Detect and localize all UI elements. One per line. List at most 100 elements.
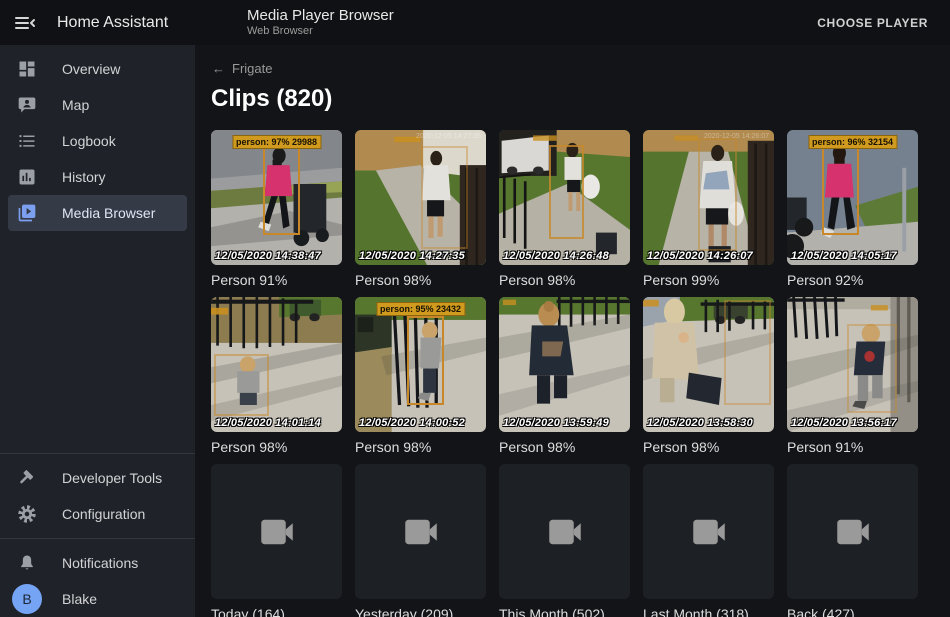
clip-caption: Person 98% <box>643 439 774 455</box>
breadcrumb[interactable]: ← Frigate <box>212 61 272 76</box>
clip-timestamp: 12/05/2020 14:05:17 <box>791 250 897 262</box>
folder-item[interactable]: Last Month (318) <box>643 464 774 617</box>
clip-timestamp: 12/05/2020 13:59:49 <box>503 417 609 429</box>
clip-item[interactable]: person: 95% 2343212/05/2020 14:00:52 Pers… <box>355 297 486 455</box>
clip-thumbnail[interactable]: 2020-12-05 14:27:35 12/05/2020 14:27:35 <box>355 130 486 265</box>
detection-bbox <box>421 146 468 249</box>
folder-thumbnail[interactable] <box>499 464 630 599</box>
top-bar: Home Assistant Media Player Browser Web … <box>0 0 950 45</box>
clip-thumbnail[interactable]: person: 97% 2998812/05/2020 14:38:47 <box>211 130 342 265</box>
clip-thumbnail[interactable]: 12/05/2020 13:59:49 <box>499 297 630 432</box>
main-content: ← Frigate Clips (820) person: 97% 299881… <box>195 45 950 617</box>
sidebar-item-label: Overview <box>62 61 120 77</box>
layout: Overview Map Logbook History Media Browser D… <box>0 45 950 617</box>
sidebar-item-history[interactable]: History <box>8 159 187 195</box>
topbar-main: Media Player Browser Web Browser CHOOSE … <box>195 0 950 45</box>
clip-item[interactable]: 12/05/2020 13:56:17Person 91% <box>787 297 918 455</box>
folder-item[interactable]: Today (164) <box>211 464 342 617</box>
clip-item[interactable]: person: 97% 2998812/05/2020 14:38:47 Pers… <box>211 130 342 288</box>
sidebar: Overview Map Logbook History Media Browser D… <box>0 45 195 617</box>
clip-caption: Person 98% <box>499 272 630 288</box>
folder-caption: This Month (502) <box>499 606 630 617</box>
view-dashboard-icon <box>17 59 37 79</box>
clip-item[interactable]: 12/05/2020 13:58:30 Person 98% <box>643 297 774 455</box>
sidebar-toggle-icon[interactable] <box>13 11 37 35</box>
play-box-multiple-icon <box>17 203 37 223</box>
page-title: Clips (820) <box>211 85 950 113</box>
media-grid: person: 97% 2998812/05/2020 14:38:47 Pers… <box>211 130 950 617</box>
detection-bbox <box>549 145 584 240</box>
cog-icon <box>17 504 37 524</box>
sidebar-bottom-nav: Notifications BBlake <box>0 545 195 617</box>
folder-thumbnail[interactable] <box>787 464 918 599</box>
list-bulleted-icon <box>17 131 37 151</box>
detection-label: person: 95% 23432 <box>376 302 465 316</box>
media-player-titles: Media Player Browser Web Browser <box>247 7 394 38</box>
clip-caption: Person 91% <box>211 272 342 288</box>
clip-item[interactable]: 2020-12-05 14:27:35 12/05/2020 14:27:35 Pe… <box>355 130 486 288</box>
page-header-title: Media Player Browser <box>247 7 394 25</box>
sidebar-item-overview[interactable]: Overview <box>8 51 187 87</box>
clip-thumbnail[interactable]: 12/05/2020 14:01:14 <box>211 297 342 432</box>
folder-item[interactable]: Yesterday (209) <box>355 464 486 617</box>
sidebar-main-nav: Overview Map Logbook History Media Browser <box>0 51 195 231</box>
sidebar-item-label: Logbook <box>62 133 116 149</box>
user-name: Blake <box>62 591 97 607</box>
clip-timestamp: 12/05/2020 14:27:35 <box>359 250 465 262</box>
clip-item[interactable]: 12/05/2020 14:01:14 Person 98% <box>211 297 342 455</box>
detection-bbox <box>214 354 269 416</box>
breadcrumb-label: Frigate <box>232 61 272 76</box>
sidebar-item-label: Developer Tools <box>62 470 162 486</box>
sidebar-item-media-browser[interactable]: Media Browser <box>8 195 187 231</box>
camera-timestamp-overlay: 2020-12-05 14:26:07 <box>704 133 769 140</box>
sidebar-item-map[interactable]: Map <box>8 87 187 123</box>
camera-timestamp-overlay: 2020-12-05 14:27:35 <box>416 133 481 140</box>
clip-timestamp: 12/05/2020 14:38:47 <box>215 250 321 262</box>
account-tooltip-icon <box>17 95 37 115</box>
clip-caption: Person 92% <box>787 272 918 288</box>
sidebar-item-label: Map <box>62 97 89 113</box>
video-icon <box>400 511 442 553</box>
detection-bbox <box>822 144 859 236</box>
clip-item[interactable]: 12/05/2020 14:26:48 Person 98% <box>499 130 630 288</box>
clip-thumbnail[interactable]: 2020-12-05 14:26:07 12/05/2020 14:26:07 <box>643 130 774 265</box>
clip-item[interactable]: 12/05/2020 13:59:49 Person 98% <box>499 297 630 455</box>
sidebar-item-developer-tools[interactable]: Developer Tools <box>8 460 187 496</box>
sidebar-item-configuration[interactable]: Configuration <box>8 496 187 532</box>
clip-caption: Person 98% <box>355 439 486 455</box>
clip-caption: Person 99% <box>643 272 774 288</box>
sidebar-item-logbook[interactable]: Logbook <box>8 123 187 159</box>
detection-label: person: 96% 32154 <box>808 135 897 149</box>
sidebar-divider <box>0 538 195 539</box>
clip-caption: Person 98% <box>355 272 486 288</box>
clip-timestamp: 12/05/2020 14:26:07 <box>647 250 753 262</box>
clip-item[interactable]: 2020-12-05 14:26:07 12/05/2020 14:26:07 Pe… <box>643 130 774 288</box>
clip-thumbnail[interactable]: person: 95% 2343212/05/2020 14:00:52 <box>355 297 486 432</box>
clip-thumbnail[interactable]: 12/05/2020 14:26:48 <box>499 130 630 265</box>
folder-thumbnail[interactable] <box>211 464 342 599</box>
sidebar-item-label: Notifications <box>62 555 138 571</box>
sidebar-item-user-profile[interactable]: BBlake <box>8 581 187 617</box>
folder-thumbnail[interactable] <box>355 464 486 599</box>
detection-bbox <box>407 316 444 405</box>
clip-thumbnail[interactable]: 12/05/2020 13:58:30 <box>643 297 774 432</box>
folder-item[interactable]: This Month (502) <box>499 464 630 617</box>
clip-thumbnail[interactable]: 12/05/2020 13:56:17 <box>787 297 918 432</box>
back-arrow-icon: ← <box>212 61 225 76</box>
clip-thumbnail[interactable]: person: 96% 32154 12/05/2020 14:05:17 <box>787 130 918 265</box>
sidebar-item-label: Media Browser <box>62 205 155 221</box>
clip-timestamp: 12/05/2020 13:56:17 <box>791 417 897 429</box>
clip-item[interactable]: person: 96% 32154 12/05/2020 14:05:17 Pers… <box>787 130 918 288</box>
folder-thumbnail[interactable] <box>643 464 774 599</box>
sidebar-item-notifications[interactable]: Notifications <box>8 545 187 581</box>
topbar-left: Home Assistant <box>0 0 195 45</box>
clip-caption: Person 98% <box>211 439 342 455</box>
clip-caption: Person 98% <box>499 439 630 455</box>
folder-caption: Back (427) <box>787 606 918 617</box>
chart-box-icon <box>17 167 37 187</box>
folder-caption: Last Month (318) <box>643 606 774 617</box>
video-icon <box>688 511 730 553</box>
clip-timestamp: 12/05/2020 13:58:30 <box>647 417 753 429</box>
choose-player-button[interactable]: CHOOSE PLAYER <box>811 8 934 38</box>
folder-item[interactable]: Back (427) <box>787 464 918 617</box>
